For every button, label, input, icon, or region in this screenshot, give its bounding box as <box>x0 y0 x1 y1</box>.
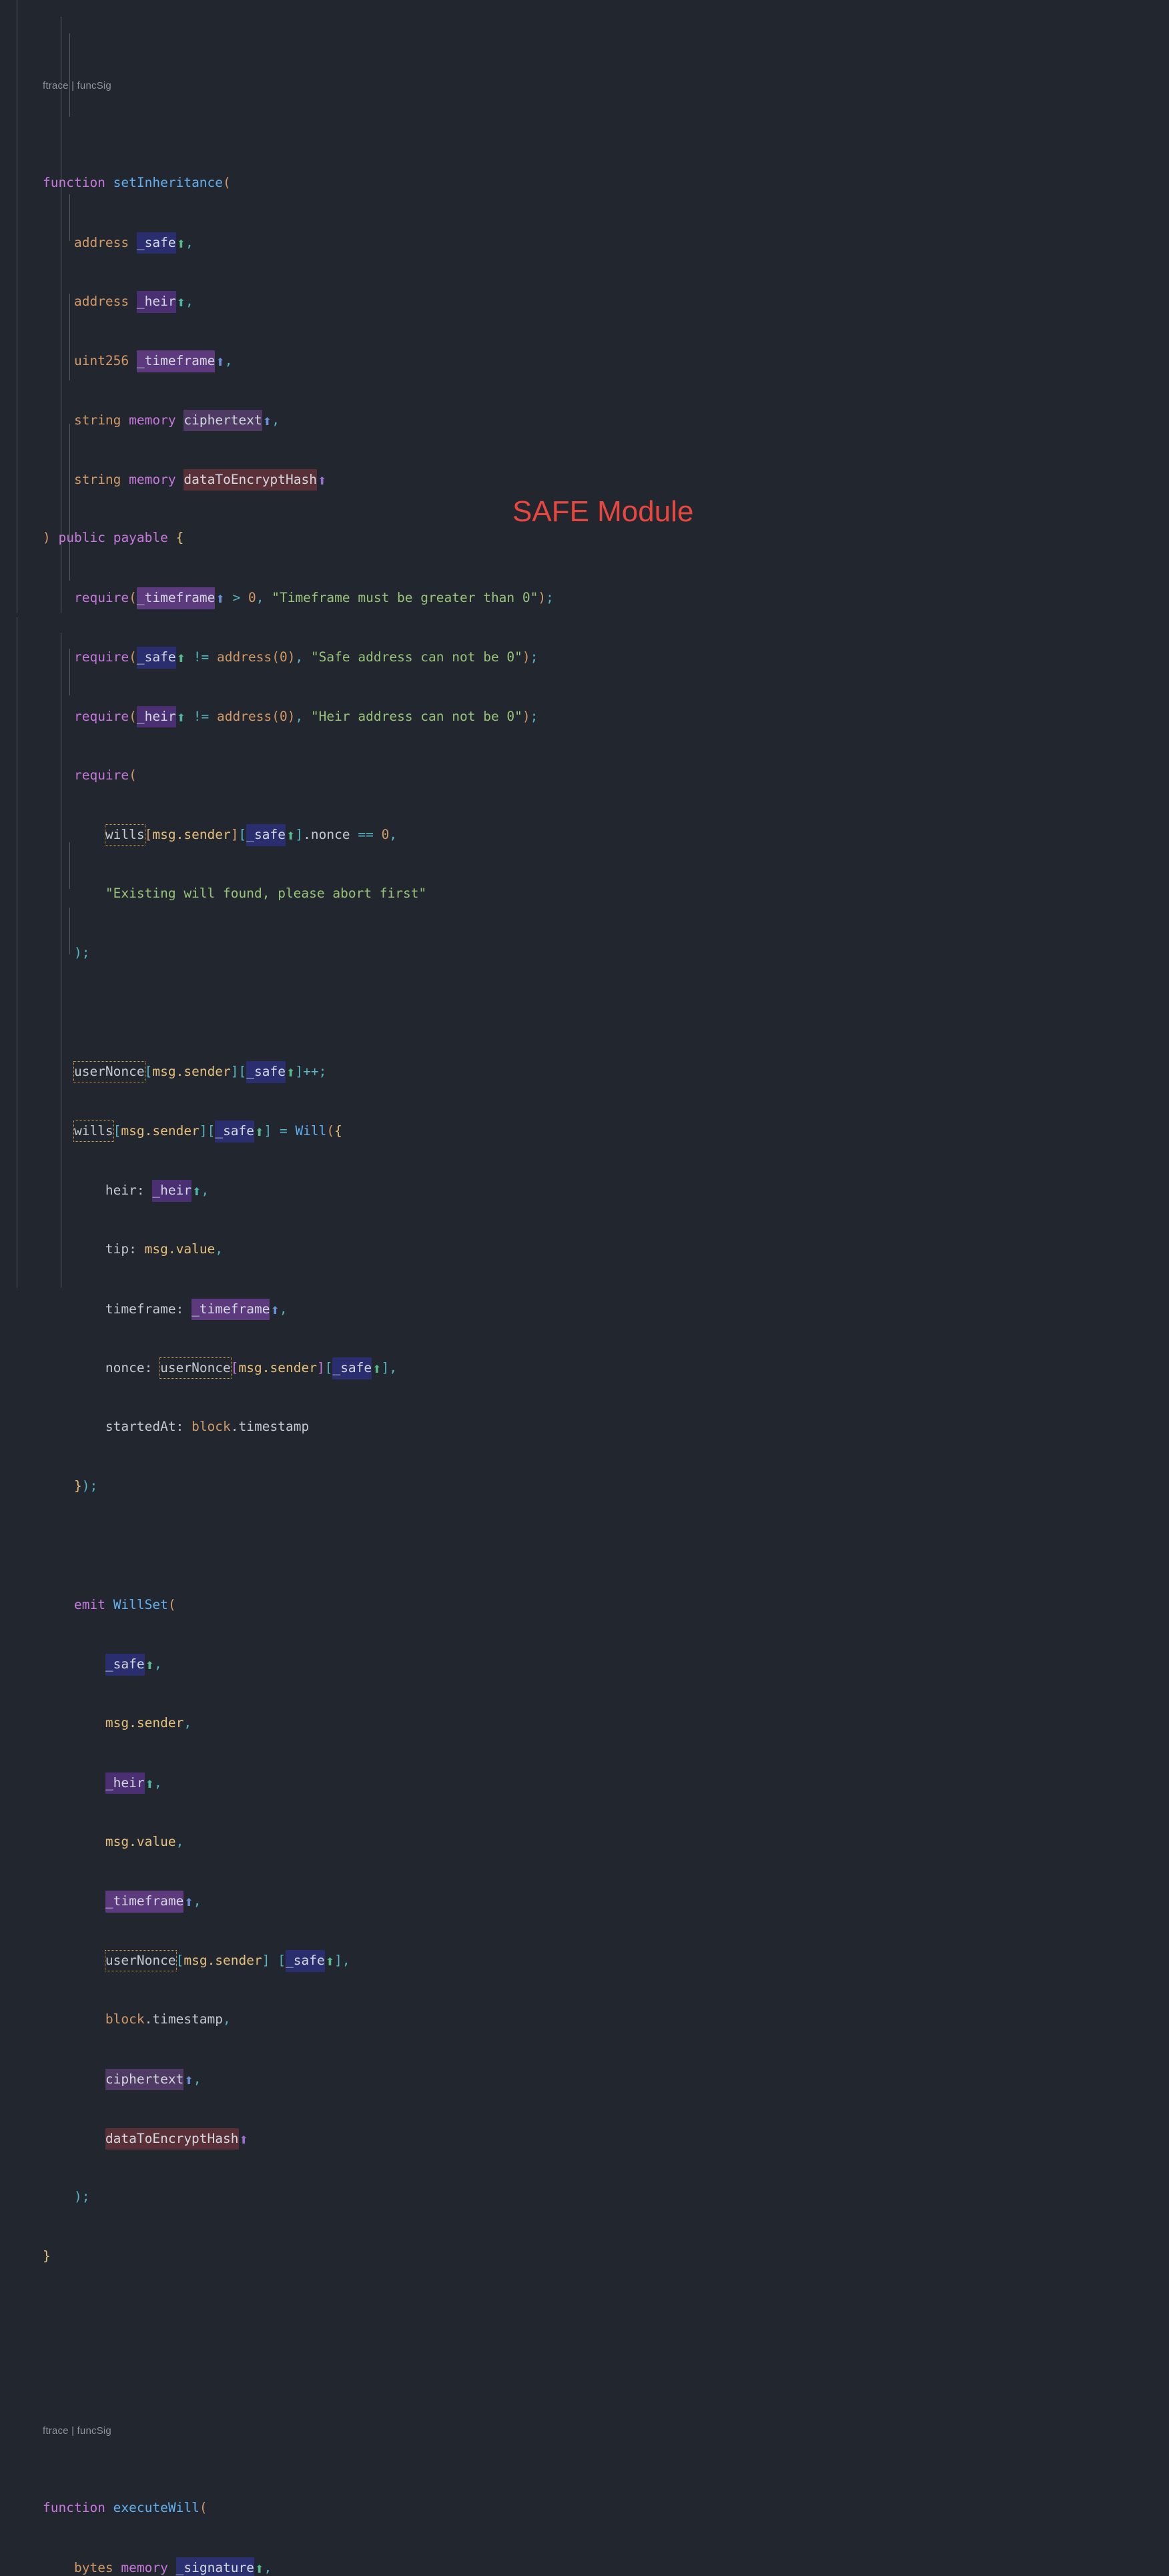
code-line: nonce: userNonce[msg.sender][_safe⬆], <box>0 1357 1169 1379</box>
code-line: userNonce[msg.sender][_safe⬆]++; <box>0 1061 1169 1084</box>
code-line: ciphertext⬆, <box>0 2068 1169 2091</box>
code-line: function executeWill( <box>43 2500 208 2516</box>
code-line: userNonce[msg.sender] [_safe⬆], <box>0 1950 1169 1972</box>
code-line: }); <box>73 1478 98 1494</box>
code-line: "Existing will found, please abort first… <box>105 886 427 902</box>
code-line: } <box>43 2248 51 2264</box>
code-line: require(_heir⬆ != address(0), "Heir addr… <box>0 705 1169 728</box>
code-line: function setInheritance( <box>43 174 231 190</box>
code-line: startedAt: block.timestamp <box>105 1419 310 1435</box>
code-line: uint256 _timeframe⬆, <box>0 350 1169 372</box>
code-line: _heir⬆, <box>0 1772 1169 1795</box>
code-line: ) public payable { <box>43 530 184 546</box>
safe-module-annotation: SAFE Module <box>512 495 694 528</box>
code-line: string memory dataToEncryptHash⬆ <box>0 468 1169 491</box>
code-line: require(_safe⬆ != address(0), "Safe addr… <box>0 647 1169 669</box>
code-line: timeframe: _timeframe⬆, <box>0 1298 1169 1321</box>
code-line: msg.sender, <box>105 1715 192 1731</box>
code-line: require(_timeframe⬆ > 0, "Timeframe must… <box>0 587 1169 609</box>
code-line: address _heir⬆, <box>0 291 1169 313</box>
code-line: _safe⬆, <box>0 1654 1169 1676</box>
code-line: ); <box>73 2189 90 2205</box>
storage-var-wills[interactable]: wills <box>73 1120 114 1142</box>
code-line: dataToEncryptHash⬆ <box>0 2128 1169 2150</box>
codelens-ftrace-funcsig-1[interactable]: ftrace | funcSig <box>0 79 1169 93</box>
codelens-ftrace-funcsig-2[interactable]: ftrace | funcSig <box>0 2424 1169 2439</box>
code-line: string memory ciphertext⬆, <box>0 409 1169 432</box>
storage-var-usernonce[interactable]: userNonce <box>159 1357 232 1379</box>
storage-var-usernonce[interactable]: userNonce <box>73 1061 145 1083</box>
code-line: address _safe⬆, <box>0 232 1169 254</box>
code-line: require( <box>73 767 137 783</box>
code-line: _timeframe⬆, <box>0 1891 1169 1913</box>
code-line: bytes memory _signature⬆, <box>0 2557 1169 2576</box>
code-line: wills[msg.sender][_safe⬆].nonce == 0, <box>0 824 1169 846</box>
code-line: emit WillSet( <box>73 1596 176 1612</box>
code-line: heir: _heir⬆, <box>0 1180 1169 1202</box>
code-line: wills[msg.sender][_safe⬆] = Will({ <box>0 1120 1169 1143</box>
storage-var-wills[interactable]: wills <box>104 824 145 846</box>
code-block[interactable]: ftrace | funcSig function setInheritance… <box>0 0 1169 2576</box>
code-line: block.timestamp, <box>105 2011 231 2027</box>
code-line: msg.value, <box>105 1833 184 1849</box>
code-line: ); <box>73 944 90 960</box>
code-editor-viewport: ftrace | funcSig function setInheritance… <box>0 0 1169 2576</box>
storage-var-usernonce[interactable]: userNonce <box>104 1950 177 1971</box>
code-line: tip: msg.value, <box>105 1241 224 1257</box>
